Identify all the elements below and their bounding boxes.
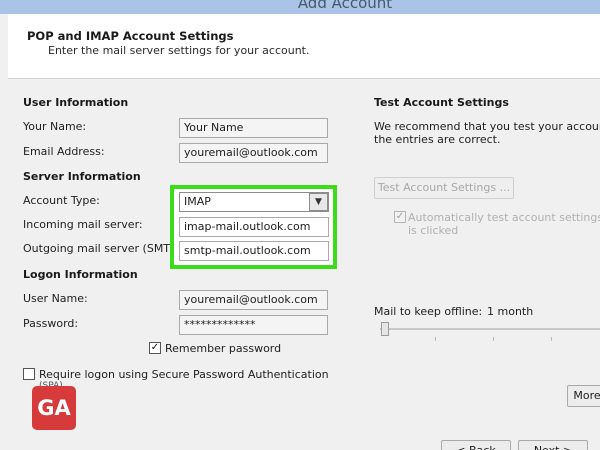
test-description-line2: the entries are correct. — [374, 133, 501, 146]
test-description-line1: We recommend that you test your account … — [374, 120, 600, 133]
your-name-label: Your Name: — [23, 120, 87, 133]
offline-slider-thumb[interactable] — [381, 322, 389, 336]
email-address-label: Email Address: — [23, 145, 105, 158]
password-label: Password: — [23, 317, 79, 330]
slider-tick — [551, 337, 552, 341]
more-settings-button[interactable]: More — [567, 385, 600, 407]
incoming-server-field[interactable]: imap-mail.outlook.com — [179, 217, 329, 237]
password-field[interactable]: ************* — [179, 315, 328, 335]
back-button[interactable]: < Back — [441, 440, 511, 450]
user-info-heading: User Information — [23, 96, 129, 109]
user-name-field[interactable]: youremail@outlook.com — [179, 290, 328, 310]
ga-logo: GA — [32, 386, 76, 430]
slider-tick — [435, 337, 436, 341]
test-account-settings-button[interactable]: Test Account Settings ... — [374, 177, 514, 199]
test-settings-heading: Test Account Settings — [374, 96, 509, 109]
email-address-field[interactable]: youremail@outlook.com — [179, 143, 328, 163]
auto-test-line1: Automatically test account settings w — [408, 211, 600, 224]
chevron-down-icon[interactable]: ▼ — [309, 193, 328, 211]
outgoing-server-field[interactable]: smtp-mail.outlook.com — [179, 241, 329, 261]
offline-label: Mail to keep offline: — [374, 305, 483, 318]
next-button[interactable]: Next > — [518, 440, 588, 450]
auto-test-line2: is clicked — [408, 224, 459, 237]
remember-password-label: Remember password — [165, 342, 282, 355]
spa-checkbox[interactable] — [23, 368, 35, 380]
offline-slider-track[interactable] — [380, 328, 600, 330]
window-title: Add Account — [297, 0, 393, 12]
outgoing-server-label: Outgoing mail server (SMTP): — [23, 242, 185, 255]
spa-label: Require logon using Secure Password Auth… — [39, 368, 329, 381]
auto-test-checkbox[interactable]: ✓ — [394, 211, 406, 223]
incoming-server-label: Incoming mail server: — [23, 218, 143, 231]
account-type-select[interactable]: IMAP — [179, 192, 329, 212]
header-title: POP and IMAP Account Settings — [27, 29, 234, 43]
header-subtitle: Enter the mail server settings for your … — [48, 44, 310, 57]
slider-tick — [493, 337, 494, 341]
logon-info-heading: Logon Information — [23, 268, 138, 281]
account-type-label: Account Type: — [23, 194, 100, 207]
offline-value: 1 month — [487, 305, 534, 318]
remember-password-checkbox[interactable]: ✓ — [149, 342, 161, 354]
server-info-heading: Server Information — [23, 170, 141, 183]
your-name-field[interactable]: Your Name — [179, 118, 328, 138]
user-name-label: User Name: — [23, 292, 88, 305]
